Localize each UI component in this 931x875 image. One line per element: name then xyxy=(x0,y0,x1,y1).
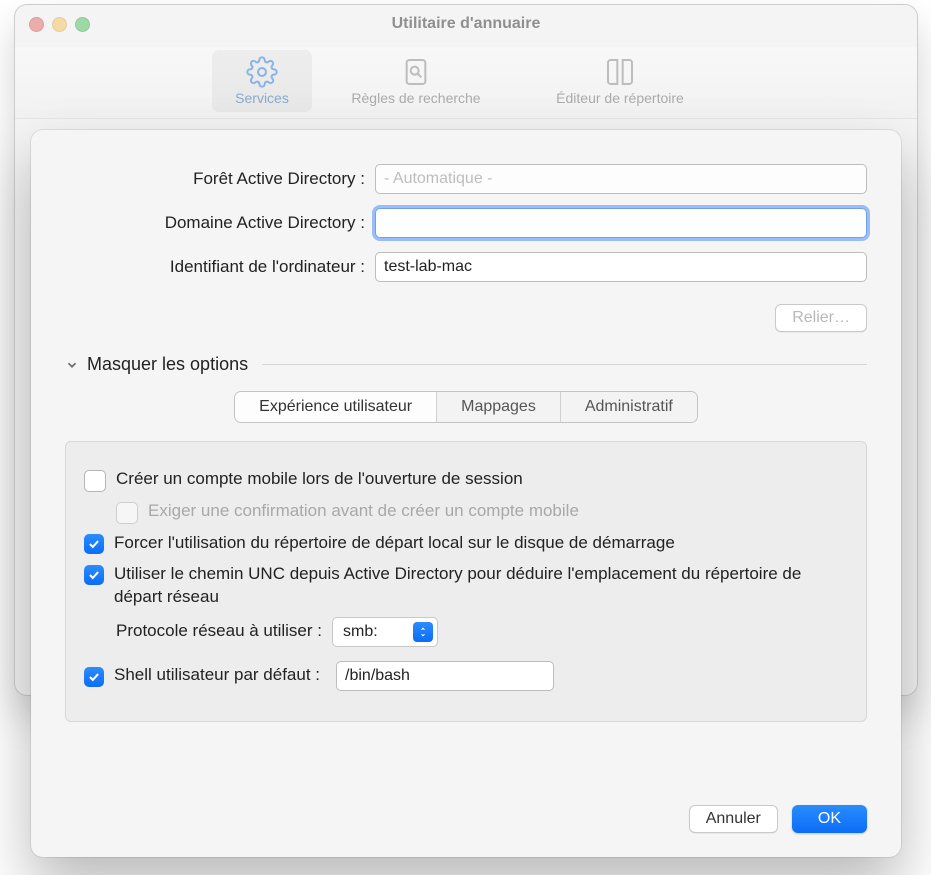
require-confirm-checkbox xyxy=(116,502,138,524)
tab-administrative[interactable]: Administratif xyxy=(561,392,697,422)
computer-id-field[interactable]: test-lab-mac xyxy=(375,252,867,282)
search-doc-icon xyxy=(400,56,432,88)
options-panel: Créer un compte mobile lors de l'ouvertu… xyxy=(65,441,867,722)
create-mobile-checkbox[interactable] xyxy=(84,470,106,492)
disclosure-toggle[interactable]: Masquer les options xyxy=(65,354,867,375)
bind-button[interactable]: Relier… xyxy=(775,304,867,332)
default-shell-checkbox[interactable] xyxy=(84,667,104,687)
computer-id-label: Identifiant de l'ordinateur : xyxy=(65,257,365,277)
tab-user-experience[interactable]: Expérience utilisateur xyxy=(235,392,437,422)
use-unc-label: Utiliser le chemin UNC depuis Active Dir… xyxy=(114,563,848,609)
require-confirm-label: Exiger une confirmation avant de créer u… xyxy=(148,500,579,523)
toolbar-label: Règles de recherche xyxy=(351,90,480,106)
window-title: Utilitaire d'annuaire xyxy=(15,15,917,33)
tab-mappings[interactable]: Mappages xyxy=(437,392,561,422)
tab-bar: Expérience utilisateur Mappages Administ… xyxy=(234,391,698,423)
chevron-down-icon xyxy=(65,358,79,372)
settings-sheet: Forêt Active Directory : - Automatique -… xyxy=(31,130,901,857)
toolbar: Services Règles de recherche Éditeur de … xyxy=(15,47,917,119)
force-local-home-label: Forcer l'utilisation du répertoire de dé… xyxy=(114,532,675,555)
ok-button[interactable]: OK xyxy=(792,805,867,833)
forest-value: - Automatique - xyxy=(384,170,493,188)
create-mobile-label: Créer un compte mobile lors de l'ouvertu… xyxy=(116,468,523,491)
separator xyxy=(262,364,867,365)
book-icon xyxy=(604,56,636,88)
disclosure-label: Masquer les options xyxy=(87,354,248,375)
forest-label: Forêt Active Directory : xyxy=(65,169,365,189)
computer-id-value: test-lab-mac xyxy=(384,258,472,276)
toolbar-directory-editor[interactable]: Éditeur de répertoire xyxy=(520,50,720,112)
toolbar-label: Services xyxy=(235,90,289,106)
toolbar-services[interactable]: Services xyxy=(212,50,312,112)
protocol-label: Protocole réseau à utiliser : xyxy=(116,620,322,643)
default-shell-field[interactable]: /bin/bash xyxy=(336,661,554,691)
toolbar-search-rules[interactable]: Règles de recherche xyxy=(316,50,516,112)
gear-icon xyxy=(246,56,278,88)
domain-label: Domaine Active Directory : xyxy=(65,213,365,233)
popup-arrows-icon xyxy=(413,622,433,642)
force-local-home-checkbox[interactable] xyxy=(84,534,104,554)
protocol-popup[interactable]: smb: xyxy=(332,617,438,647)
cancel-button[interactable]: Annuler xyxy=(689,805,778,833)
default-shell-value: /bin/bash xyxy=(345,667,410,685)
toolbar-label: Éditeur de répertoire xyxy=(556,90,684,106)
default-shell-label: Shell utilisateur par défaut : xyxy=(114,664,320,687)
forest-field: - Automatique - xyxy=(375,164,867,194)
domain-field[interactable] xyxy=(375,208,867,238)
protocol-value: smb: xyxy=(343,623,378,641)
use-unc-checkbox[interactable] xyxy=(84,565,104,585)
